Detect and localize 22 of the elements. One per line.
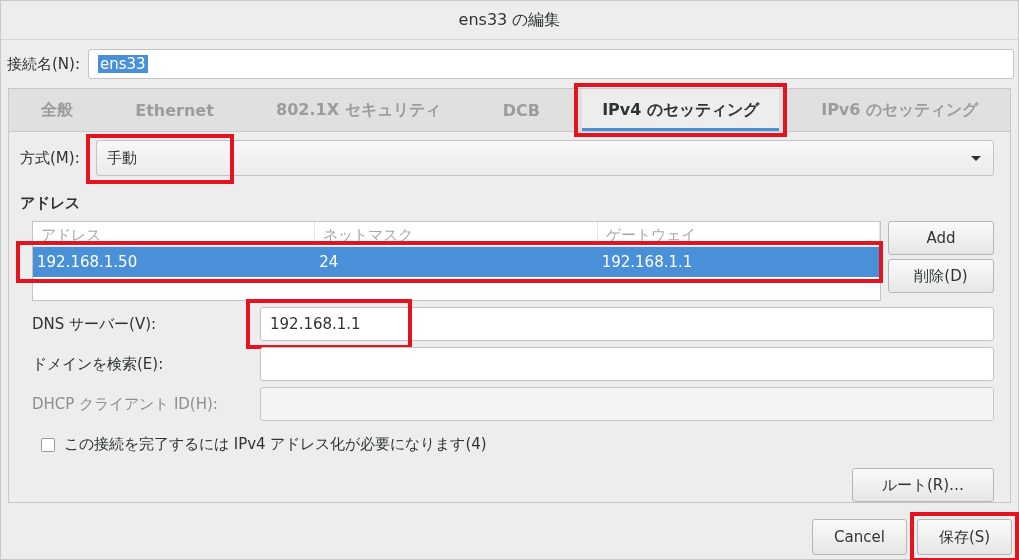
table-cell-text: 192.168.1.50 (36, 253, 139, 271)
field-label: 接続名(N): (7, 54, 80, 74)
selected-text: ens33 (98, 55, 148, 73)
table-cell-text: 24 (318, 253, 340, 271)
button[interactable]: 削除(D) (888, 259, 994, 293)
field-label: DNS サーバー(V): (32, 314, 158, 334)
method-dropdown[interactable]: 手動 (95, 140, 994, 176)
caret-icon (971, 155, 981, 161)
checkbox-label: この接続を完了するには IPv4 アドレス化が必要になります(4) (64, 435, 487, 454)
section-heading: アドレス (20, 194, 81, 213)
table-cell-text: 192.168.1.1 (600, 253, 694, 271)
tab[interactable]: IPv4 のセッティング (582, 89, 779, 131)
checkbox[interactable] (41, 437, 55, 452)
input-field[interactable]: 192.168.1.1 (260, 307, 994, 341)
field-label: 方式(M): (20, 148, 80, 168)
field-label: ドメインを検索(E): (32, 354, 165, 374)
routes-button[interactable]: ルート(R)… (852, 468, 994, 502)
button[interactable]: Add (888, 221, 994, 255)
input-field[interactable] (260, 347, 994, 381)
field-label: DHCP クライアント ID(H): (32, 394, 219, 414)
button[interactable]: 保存(S) (917, 519, 1012, 555)
button[interactable]: Cancel (812, 519, 907, 555)
